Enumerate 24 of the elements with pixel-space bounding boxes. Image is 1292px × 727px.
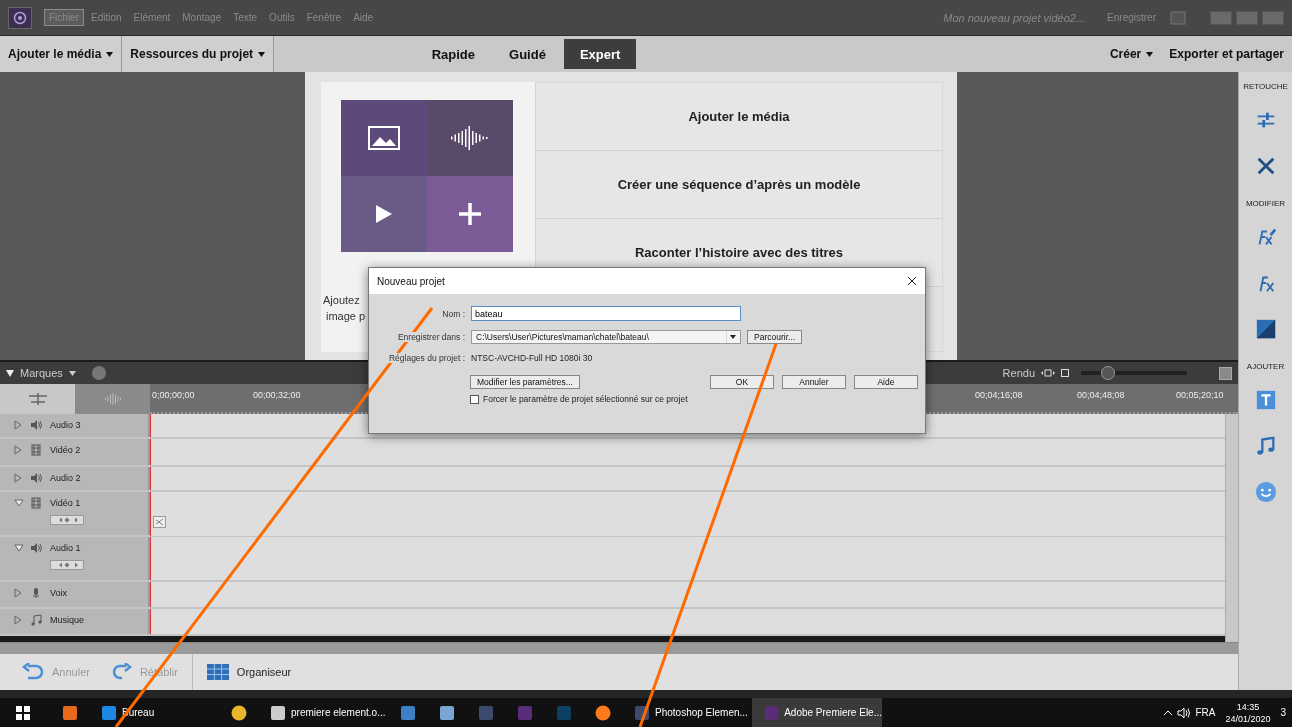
hint-text: Ajoutez xyxy=(323,293,360,308)
dialog-title: Nouveau projet xyxy=(377,275,445,287)
field-label: Réglages du projet : xyxy=(388,353,465,363)
track-name: Voix xyxy=(50,588,68,598)
project-title: Mon nouveau projet vidéo2... xyxy=(943,11,1086,24)
field-label: Nom : xyxy=(442,308,465,319)
timecode: 0;00;00;00 xyxy=(152,390,195,400)
field-label: Enregistrer dans : xyxy=(397,332,465,342)
timecode: 00;04;48;08 xyxy=(1077,390,1125,400)
track-name: Musique xyxy=(50,615,86,625)
track-name: Audio 3 xyxy=(50,420,82,430)
timecode: 00;04;16;08 xyxy=(975,390,1023,400)
checkbox-label: Forcer le paramètre de projet sélectionné sur ce projet xyxy=(483,394,688,404)
track-name: Vidéo 1 xyxy=(50,498,82,508)
section-title: RETOUCHE xyxy=(1243,82,1288,91)
track-name: Audio 2 xyxy=(50,473,82,483)
section-title: AJOUTER xyxy=(1246,362,1285,371)
track-name: Vidéo 2 xyxy=(50,445,82,455)
timecode: 00;00;32;00 xyxy=(253,390,301,400)
track-name: Audio 1 xyxy=(50,543,82,553)
section-title: MODIFIER xyxy=(1245,199,1286,208)
hint-text: image p xyxy=(325,309,366,324)
timecode: 00;05;20;10 xyxy=(1176,390,1224,400)
settings-value: NTSC-AVCHD-Full HD 1080i 30 xyxy=(471,353,594,363)
